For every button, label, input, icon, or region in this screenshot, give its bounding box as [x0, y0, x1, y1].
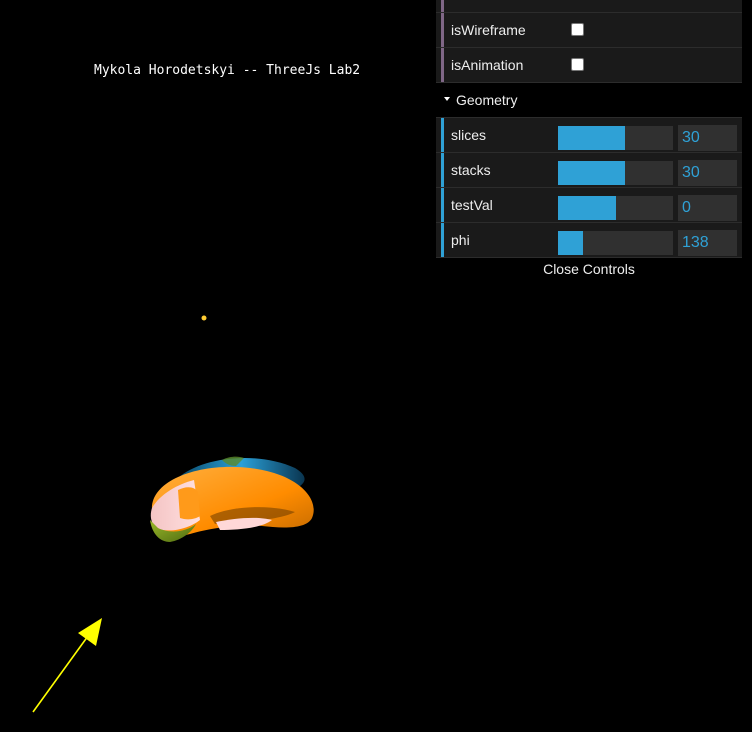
testval-label: testVal	[451, 197, 493, 213]
stacks-slider[interactable]	[558, 161, 673, 185]
dat-gui-panel: isWireframe isAnimation Geometry slices …	[436, 0, 742, 280]
phi-number-input[interactable]: 138	[678, 230, 737, 256]
testval-number-input[interactable]: 0	[678, 195, 737, 221]
arrow-helper	[32, 618, 102, 713]
number-stripe	[441, 188, 444, 222]
geometry-folder-label: Geometry	[456, 92, 518, 108]
boolean-stripe	[441, 13, 444, 47]
boolean-stripe	[441, 48, 444, 82]
slider-row-phi: phi 138	[436, 223, 742, 258]
iswireframe-label: isWireframe	[451, 22, 526, 38]
slider-row-testval: testVal 0	[436, 188, 742, 223]
isanimation-label: isAnimation	[451, 57, 524, 73]
iswireframe-checkbox[interactable]	[571, 23, 584, 36]
slices-number-input[interactable]: 30	[678, 125, 737, 151]
slider-row-stacks: stacks 30	[436, 153, 742, 188]
close-controls-button[interactable]: Close Controls	[436, 258, 742, 280]
torus-mesh	[150, 456, 314, 542]
stacks-number-input[interactable]: 30	[678, 160, 737, 186]
toggle-row-iswireframe[interactable]: isWireframe	[436, 13, 742, 48]
testval-slider[interactable]	[558, 196, 673, 220]
number-stripe	[441, 223, 444, 257]
threejs-canvas[interactable]: Mykola Horodetskyi -- ThreeJs Lab2 isWir…	[0, 0, 752, 732]
slices-label: slices	[451, 127, 487, 143]
number-stripe	[441, 153, 444, 187]
phi-label: phi	[451, 232, 470, 248]
gui-top-stub	[436, 0, 742, 13]
toggle-row-isanimation[interactable]: isAnimation	[436, 48, 742, 83]
slider-row-slices: slices 30	[436, 118, 742, 153]
geometry-folder-title[interactable]: Geometry	[436, 83, 742, 118]
stacks-label: stacks	[451, 162, 491, 178]
number-stripe	[441, 118, 444, 152]
phi-slider[interactable]	[558, 231, 673, 255]
page-title: Mykola Horodetskyi -- ThreeJs Lab2	[94, 63, 361, 78]
isanimation-checkbox[interactable]	[571, 58, 584, 71]
chevron-down-icon	[444, 97, 450, 101]
light-source-point	[201, 315, 207, 321]
slices-slider[interactable]	[558, 126, 673, 150]
